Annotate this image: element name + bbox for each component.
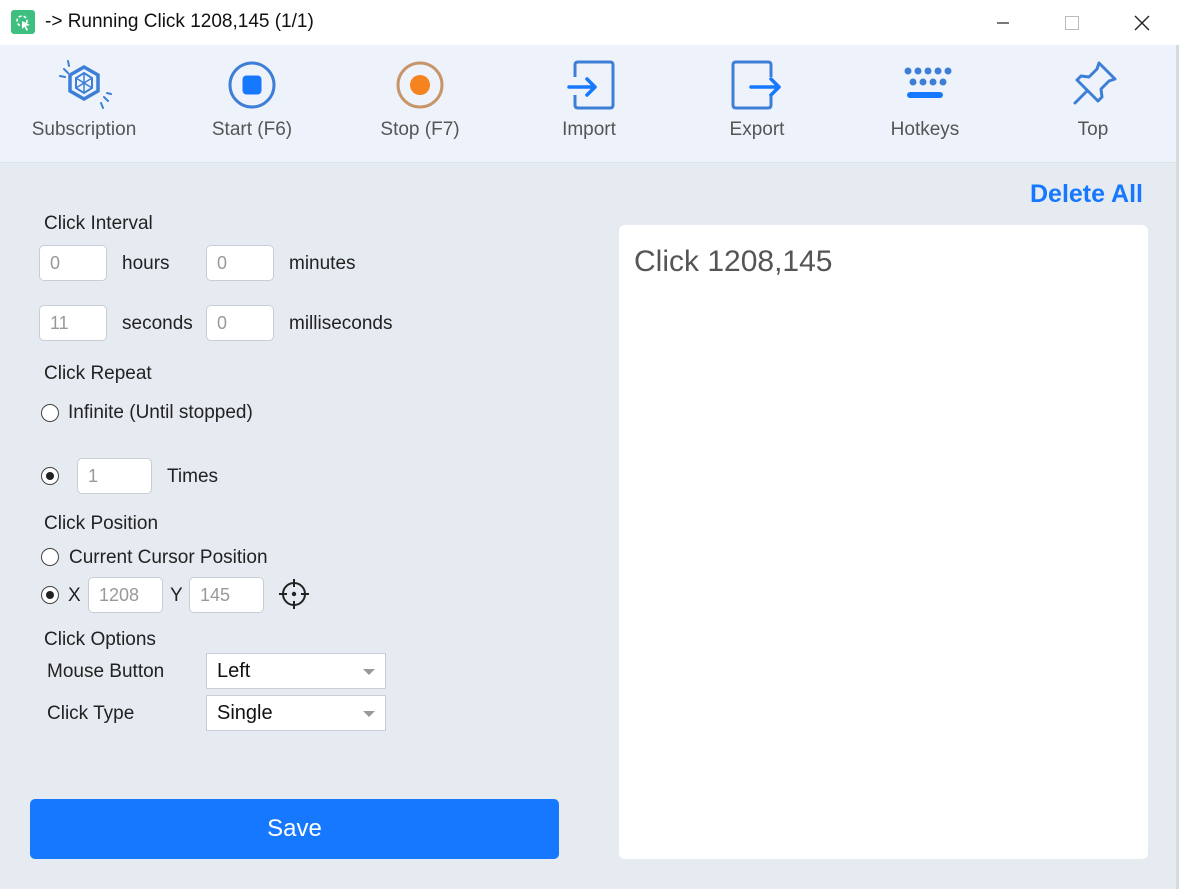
export-button[interactable]: Export: [687, 57, 827, 157]
pin-icon: [1023, 57, 1163, 113]
delete-all-button[interactable]: Delete All: [1030, 180, 1143, 209]
top-label: Top: [1077, 119, 1109, 140]
hours-input[interactable]: 0: [39, 245, 107, 281]
top-button[interactable]: Top: [1023, 57, 1163, 157]
keyboard-icon: [855, 57, 995, 113]
repeat-times-input[interactable]: 1: [77, 458, 152, 494]
x-label: X: [68, 585, 81, 606]
subscription-label: Subscription: [31, 119, 137, 140]
minimize-icon: [997, 22, 1009, 24]
import-button[interactable]: Import: [519, 57, 659, 157]
minimize-button[interactable]: [980, 6, 1026, 40]
task-list-item[interactable]: Click 1208,145: [634, 245, 832, 279]
seconds-label: seconds: [122, 313, 193, 334]
maximize-button[interactable]: [1049, 6, 1095, 40]
click-interval-heading: Click Interval: [44, 213, 153, 234]
maximize-icon: [1065, 16, 1079, 30]
start-icon: [182, 57, 322, 113]
close-button[interactable]: [1119, 6, 1165, 40]
click-type-label: Click Type: [47, 703, 135, 724]
position-xy-radio[interactable]: [41, 586, 59, 604]
export-icon: [687, 57, 827, 113]
repeat-times-radio[interactable]: [41, 467, 59, 485]
x-coordinate-input[interactable]: 1208: [88, 577, 163, 613]
export-label: Export: [729, 119, 785, 140]
seconds-input[interactable]: 11: [39, 305, 107, 341]
mouse-button-value: Left: [217, 660, 251, 682]
milliseconds-input[interactable]: 0: [206, 305, 274, 341]
diamond-icon: [14, 57, 154, 113]
start-button[interactable]: Start (F6): [182, 57, 322, 157]
hours-label: hours: [122, 253, 170, 274]
stop-record-icon: [350, 57, 490, 113]
minutes-input[interactable]: 0: [206, 245, 274, 281]
mouse-button-label: Mouse Button: [47, 661, 165, 682]
repeat-times-label: Times: [167, 466, 219, 487]
mouse-button-select[interactable]: Left: [206, 653, 386, 689]
milliseconds-label: milliseconds: [289, 313, 393, 334]
click-options-heading: Click Options: [44, 629, 156, 650]
y-coordinate-input[interactable]: 145: [189, 577, 264, 613]
click-type-select[interactable]: Single: [206, 695, 386, 731]
crosshair-picker-button[interactable]: [278, 578, 310, 610]
save-button[interactable]: Save: [30, 799, 559, 859]
repeat-infinite-radio[interactable]: [41, 404, 59, 422]
window-title: -> Running Click 1208,145 (1/1): [45, 11, 314, 32]
stop-button[interactable]: Stop (F7): [350, 57, 490, 157]
title-bar: -> Running Click 1208,145 (1/1): [0, 0, 1179, 45]
app-cursor-icon: [11, 10, 35, 34]
subscription-button[interactable]: Subscription: [14, 57, 154, 157]
chevron-down-icon: [363, 669, 375, 675]
chevron-down-icon: [363, 711, 375, 717]
close-icon: [1134, 15, 1150, 31]
click-repeat-heading: Click Repeat: [44, 363, 152, 384]
click-type-value: Single: [217, 702, 273, 724]
crosshair-icon: [279, 579, 309, 609]
position-cursor-label: Current Cursor Position: [69, 547, 268, 568]
click-position-heading: Click Position: [44, 513, 159, 534]
hotkeys-button[interactable]: Hotkeys: [855, 57, 995, 157]
minutes-label: minutes: [289, 253, 356, 274]
toolbar: Subscription Start (F6) Stop (F7) Import: [0, 45, 1179, 163]
hotkeys-label: Hotkeys: [890, 119, 960, 140]
task-list-panel: Click 1208,145: [619, 225, 1148, 859]
import-label: Import: [562, 119, 616, 140]
start-label: Start (F6): [211, 119, 293, 140]
repeat-infinite-label: Infinite (Until stopped): [68, 402, 253, 423]
y-label: Y: [170, 585, 183, 606]
stop-label: Stop (F7): [380, 119, 460, 140]
import-icon: [519, 57, 659, 113]
position-cursor-radio[interactable]: [41, 548, 59, 566]
